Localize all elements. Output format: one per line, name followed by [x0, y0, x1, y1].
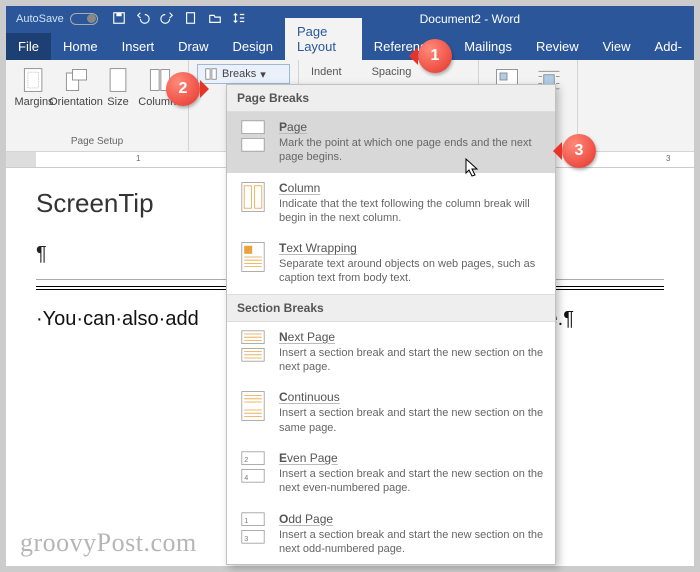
column-break-icon [237, 181, 269, 213]
menu-item-continuous[interactable]: Continuous Insert a section break and sta… [227, 382, 555, 443]
page-break-icon [237, 120, 269, 152]
menu-item-page[interactable]: Page Mark the point at which one page end… [227, 112, 555, 173]
tab-page-layout[interactable]: Page Layout [285, 18, 362, 60]
size-label: Size [107, 96, 128, 108]
breaks-label: Breaks [222, 68, 256, 80]
menu-item-title: Continuous [279, 390, 340, 404]
group-label-page-setup: Page Setup [14, 134, 180, 149]
menu-item-desc: Insert a section break and start the new… [279, 346, 545, 375]
tab-draw[interactable]: Draw [166, 33, 220, 60]
chevron-down-icon: ▾ [260, 68, 266, 81]
text-wrapping-icon [237, 241, 269, 273]
tab-addins[interactable]: Add- [643, 33, 694, 60]
undo-icon[interactable] [136, 11, 150, 28]
callout-3: 3 [562, 134, 596, 168]
menu-item-desc: Indicate that the text following the col… [279, 197, 545, 226]
menu-item-odd-page[interactable]: 13 Odd PageInsert a section break and st… [227, 504, 555, 565]
tab-design[interactable]: Design [221, 33, 285, 60]
svg-text:4: 4 [244, 473, 248, 482]
callout-2: 2 [166, 72, 200, 106]
menu-item-desc: Mark the point at which one page ends an… [279, 136, 545, 165]
svg-text:3: 3 [244, 533, 248, 542]
menu-item-desc: Insert a section break and start the new… [279, 406, 545, 435]
menu-item-title: Next Page [279, 330, 335, 344]
quick-access-toolbar [112, 11, 246, 28]
margins-label: Margins [14, 96, 53, 108]
orientation-button[interactable]: Orientation [56, 64, 96, 110]
even-page-icon: 24 [237, 451, 269, 483]
spacing-label: Spacing [372, 66, 412, 78]
next-page-icon [237, 330, 269, 362]
tab-home[interactable]: Home [51, 33, 110, 60]
svg-text:2: 2 [244, 455, 248, 464]
menu-item-desc: Insert a section break and start the new… [279, 528, 545, 557]
ruler-tick: 3 [666, 154, 670, 163]
menu-item-even-page[interactable]: 24 Even PageInsert a section break and s… [227, 443, 555, 504]
breaks-dropdown: Page Breaks Page Mark the point at which … [226, 84, 556, 565]
toggle-switch-off-icon[interactable] [70, 13, 98, 25]
watermark-text: groovyPost.com [20, 528, 197, 558]
menu-item-next-page[interactable]: Next Page Insert a section break and star… [227, 322, 555, 383]
group-page-setup: Margins Orientation Size Columns Page Se… [6, 60, 189, 151]
menu-item-desc: Separate text around objects on web page… [279, 257, 545, 286]
cursor-icon [465, 158, 479, 178]
menu-header-section-breaks: Section Breaks [227, 294, 555, 322]
menu-header-page-breaks: Page Breaks [227, 85, 555, 112]
tab-insert[interactable]: Insert [110, 33, 167, 60]
menu-item-desc: Insert a section break and start the new… [279, 467, 545, 496]
redo-icon[interactable] [160, 11, 174, 28]
indent-label: Indent [311, 66, 342, 78]
open-icon[interactable] [208, 11, 222, 28]
odd-page-icon: 13 [237, 512, 269, 544]
tab-view[interactable]: View [591, 33, 643, 60]
menu-item-title: Even Page [279, 451, 338, 465]
menu-item-text-wrapping[interactable]: Text Wrapping Separate text around object… [227, 233, 555, 294]
orientation-label: Orientation [49, 96, 103, 108]
tab-file[interactable]: File [6, 33, 51, 60]
menu-item-title: Odd Page [279, 512, 333, 526]
menu-item-title: Text Wrapping [279, 241, 357, 255]
size-button[interactable]: Size [98, 64, 138, 110]
save-icon[interactable] [112, 11, 126, 28]
tab-review[interactable]: Review [524, 33, 591, 60]
menu-item-column[interactable]: Column Indicate that the text following t… [227, 173, 555, 234]
menu-item-title: Page [279, 120, 307, 134]
ribbon-tabs: File Home Insert Draw Design Page Layout… [6, 32, 694, 60]
tab-mailings[interactable]: Mailings [452, 33, 524, 60]
callout-1: 1 [418, 39, 452, 73]
body-fragment-left: ·You·can·also·add [36, 308, 199, 330]
new-icon[interactable] [184, 11, 198, 28]
autosave-toggle[interactable]: AutoSave [16, 13, 98, 25]
spacing-icon[interactable] [232, 11, 246, 28]
autosave-label: AutoSave [16, 13, 64, 25]
ruler-tick: 1 [136, 154, 140, 163]
svg-text:1: 1 [244, 516, 248, 525]
menu-item-title: Column [279, 181, 320, 195]
continuous-icon [237, 390, 269, 422]
margins-button[interactable]: Margins [14, 64, 54, 110]
